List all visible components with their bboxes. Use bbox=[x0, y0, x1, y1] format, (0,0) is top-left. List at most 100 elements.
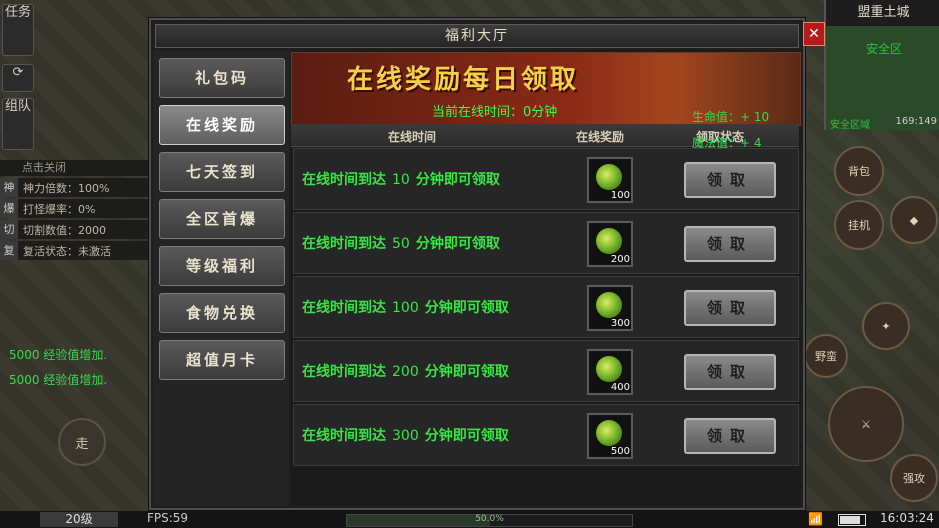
condition-prefix: 在线时间到达 bbox=[302, 172, 386, 188]
condition-minutes: 200 bbox=[392, 364, 419, 380]
column-online-time: 在线时间 bbox=[388, 130, 437, 144]
reward-count: 300 bbox=[610, 318, 630, 329]
dialog-title: 福利大厅 bbox=[155, 24, 799, 48]
condition-prefix: 在线时间到达 bbox=[302, 364, 386, 380]
buff-stats-panel: 点击关闭 神神力倍数：100% 爆打怪爆率：0% 切切割数值：2000 复复活状… bbox=[0, 160, 148, 262]
wifi-icon: 📶 bbox=[808, 512, 823, 526]
life-gain-text: 生命值：+ 10 bbox=[692, 110, 770, 124]
xp-bar: 50.0% bbox=[346, 514, 633, 527]
jade-orb-icon bbox=[596, 356, 622, 382]
jade-orb-icon bbox=[596, 292, 622, 318]
stat-text: 复活状态：未激活 bbox=[23, 244, 111, 258]
reward-item-slot[interactable]: 500 bbox=[587, 413, 633, 459]
reward-condition: 在线时间到达 200 分钟即可领取 bbox=[302, 361, 509, 381]
auto-battle-button[interactable]: 挂机 bbox=[834, 200, 884, 250]
tab-seven-day-checkin[interactable]: 七天签到 bbox=[159, 152, 285, 192]
reward-item-slot[interactable]: 300 bbox=[587, 285, 633, 331]
stat-text: 切割数值：2000 bbox=[23, 223, 106, 237]
reward-condition: 在线时间到达 10 分钟即可领取 bbox=[302, 169, 500, 189]
welfare-tab-list: 礼包码 在线奖励 七天签到 全区首爆 等级福利 食物兑换 超值月卡 bbox=[153, 50, 289, 506]
reward-item-slot[interactable]: 200 bbox=[587, 221, 633, 267]
stat-text: 神力倍数：100% bbox=[23, 181, 110, 195]
stat-row: 复复活状态：未激活 bbox=[0, 241, 148, 260]
condition-minutes: 100 bbox=[392, 300, 419, 316]
jade-orb-icon bbox=[596, 164, 622, 190]
tab-level-welfare[interactable]: 等级福利 bbox=[159, 246, 285, 286]
jade-orb-icon bbox=[596, 420, 622, 446]
stat-key: 神 bbox=[0, 178, 18, 197]
stat-text: 打怪爆率：0% bbox=[23, 202, 96, 216]
claim-button[interactable]: 领取 bbox=[684, 162, 776, 198]
reward-row: 在线时间到达 200 分钟即可领取 400 领取 bbox=[293, 340, 799, 402]
stats-close-hint[interactable]: 点击关闭 bbox=[0, 160, 148, 176]
claim-button[interactable]: 领取 bbox=[684, 354, 776, 390]
online-reward-panel: 在线奖励每日领取 当前在线时间：0分钟 在线时间 在线奖励 领取状态 生命值：+… bbox=[291, 50, 801, 506]
reward-count: 400 bbox=[610, 382, 630, 393]
condition-minutes: 10 bbox=[392, 172, 410, 188]
condition-prefix: 在线时间到达 bbox=[302, 236, 386, 252]
exp-message: 5000 经验值增加. bbox=[9, 373, 108, 387]
reward-condition: 在线时间到达 50 分钟即可领取 bbox=[302, 233, 500, 253]
online-time-label: 当前在线时间：0分钟 bbox=[432, 105, 558, 120]
minimap-zone-label: 安全区 bbox=[866, 42, 903, 56]
condition-suffix: 分钟即可领取 bbox=[415, 236, 500, 252]
skill-qianggong-button[interactable]: 强攻 bbox=[890, 454, 938, 502]
auto-battle-label: 挂机 bbox=[848, 219, 870, 232]
stat-row: 爆打怪爆率：0% bbox=[0, 199, 148, 218]
tab-online-reward[interactable]: 在线奖励 bbox=[159, 105, 285, 145]
tab-server-first-drop[interactable]: 全区首爆 bbox=[159, 199, 285, 239]
welfare-hall-dialog: 福利大厅 礼包码 在线奖励 七天签到 全区首爆 等级福利 食物兑换 超值月卡 在… bbox=[149, 18, 805, 510]
claim-button[interactable]: 领取 bbox=[684, 226, 776, 262]
battery-icon bbox=[838, 514, 866, 526]
task-button-label: 任务 bbox=[4, 5, 31, 20]
condition-minutes: 300 bbox=[392, 428, 419, 444]
condition-suffix: 分钟即可领取 bbox=[424, 300, 509, 316]
column-online-reward: 在线奖励 bbox=[576, 130, 625, 144]
condition-minutes: 50 bbox=[392, 236, 410, 252]
attack-button[interactable]: ⚔ bbox=[828, 386, 904, 462]
stat-key: 切 bbox=[0, 220, 18, 239]
skill-yeman-button[interactable]: 野蛮 bbox=[804, 334, 848, 378]
jade-orb-icon bbox=[596, 228, 622, 254]
reward-count: 200 bbox=[610, 254, 630, 265]
reward-item-slot[interactable]: 400 bbox=[587, 349, 633, 395]
condition-prefix: 在线时间到达 bbox=[302, 300, 386, 316]
skill-qianggong-label: 强攻 bbox=[903, 472, 925, 485]
condition-prefix: 在线时间到达 bbox=[302, 428, 386, 444]
xp-percent: 50.0% bbox=[475, 514, 504, 524]
tab-food-exchange[interactable]: 食物兑换 bbox=[159, 293, 285, 333]
left-hud: 任务 ⟳ 组队 bbox=[0, 0, 34, 150]
banner-title: 在线奖励每日领取 bbox=[347, 65, 580, 95]
diamond-skill-icon[interactable]: ◆ bbox=[890, 196, 938, 244]
clock: 16:03:24 bbox=[880, 511, 934, 525]
reward-row: 在线时间到达 100 分钟即可领取 300 领取 bbox=[293, 276, 799, 338]
minimap[interactable]: 盟重土城 安全区 安全区域 169:149 bbox=[824, 0, 939, 131]
stat-row: 神神力倍数：100% bbox=[0, 178, 148, 197]
reward-item-slot[interactable]: 100 bbox=[587, 157, 633, 203]
refresh-icon[interactable]: ⟳ bbox=[2, 64, 34, 92]
walk-button[interactable]: 走 bbox=[58, 418, 106, 466]
reward-row: 在线时间到达 10 分钟即可领取 100 领取 bbox=[293, 148, 799, 210]
claim-button[interactable]: 领取 bbox=[684, 418, 776, 454]
bag-button[interactable]: 背包 bbox=[834, 146, 884, 196]
close-icon[interactable]: ✕ bbox=[803, 22, 825, 46]
reward-count: 500 bbox=[610, 446, 630, 457]
minimap-coordinates: 169:149 bbox=[895, 116, 937, 127]
reward-row: 在线时间到达 300 分钟即可领取 500 领取 bbox=[293, 404, 799, 466]
fps-counter: FPS:59 bbox=[147, 511, 189, 525]
exp-message: 5000 经验值增加. bbox=[9, 348, 108, 362]
reward-count: 100 bbox=[610, 190, 630, 201]
team-button[interactable]: 组队 bbox=[2, 98, 34, 150]
reward-row: 在线时间到达 50 分钟即可领取 200 领取 bbox=[293, 212, 799, 274]
skill-slot-button[interactable]: ✦ bbox=[862, 302, 910, 350]
task-button[interactable]: 任务 bbox=[2, 4, 34, 56]
tab-gift-code[interactable]: 礼包码 bbox=[159, 58, 285, 98]
skill-yeman-label: 野蛮 bbox=[815, 350, 837, 363]
reward-condition: 在线时间到达 100 分钟即可领取 bbox=[302, 297, 509, 317]
condition-suffix: 分钟即可领取 bbox=[424, 428, 509, 444]
claim-button[interactable]: 领取 bbox=[684, 290, 776, 326]
tab-monthly-card[interactable]: 超值月卡 bbox=[159, 340, 285, 380]
minimap-safe-label: 安全区域 bbox=[830, 120, 870, 131]
minimap-title: 盟重土城 bbox=[826, 0, 939, 26]
reward-condition: 在线时间到达 300 分钟即可领取 bbox=[302, 425, 509, 445]
